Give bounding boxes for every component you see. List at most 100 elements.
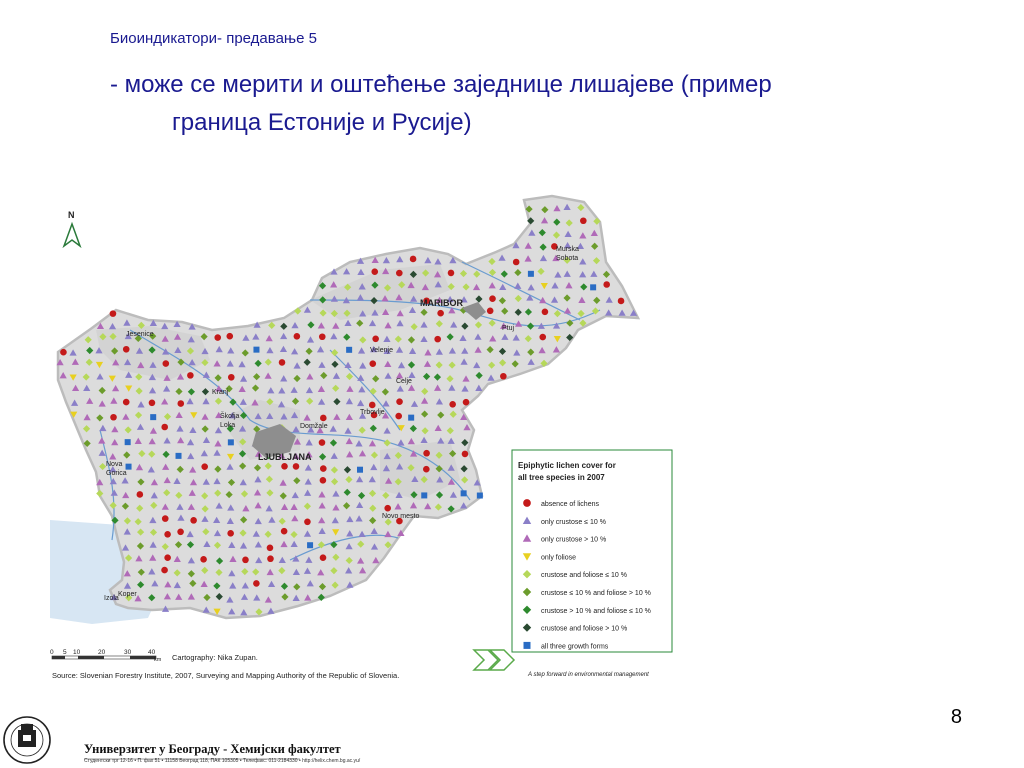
legend-label: crustose and foliose > 10 % xyxy=(541,626,627,633)
marker-circle xyxy=(541,308,549,316)
marker-circle xyxy=(423,449,430,457)
cartography-credit: Cartography: Nika Zupan. xyxy=(172,653,258,662)
marker-square xyxy=(476,492,483,499)
city-koper: Koper xyxy=(118,591,137,598)
marker-circle xyxy=(293,333,301,340)
marker-square xyxy=(346,346,353,353)
legend-label: crustose ≤ 10 % and foliose > 10 % xyxy=(541,590,651,597)
city-velenje: Velenje xyxy=(370,347,393,354)
marker-circle xyxy=(384,504,391,512)
skofja-line1: Škofja xyxy=(220,411,240,420)
marker-circle xyxy=(200,556,207,563)
source-credit: Source: Slovenian Forestry Institute, 20… xyxy=(52,671,399,680)
marker-circle xyxy=(318,333,326,341)
legend-label: crustose and foliose ≤ 10 % xyxy=(541,572,627,579)
marker-circle xyxy=(122,345,130,353)
city-ptuj: Ptuj xyxy=(502,325,515,332)
marker-circle xyxy=(226,332,234,340)
marker-circle xyxy=(603,281,611,288)
marker-circle xyxy=(617,297,625,305)
marker-circle xyxy=(462,398,470,406)
footer-contact: Студентски трг 12-16 • П. фах 51 • 11158… xyxy=(84,758,361,764)
marker-circle xyxy=(267,555,274,563)
city-novo-mesto: Novo mesto xyxy=(382,513,419,520)
nova-gorica-line1: Nova xyxy=(106,461,122,468)
nova-gorica-line2: Gorica xyxy=(106,470,127,477)
city-celje: Celje xyxy=(396,378,412,385)
marker-circle xyxy=(201,463,208,470)
marker-square xyxy=(175,452,182,459)
marker-circle xyxy=(227,373,235,381)
city-domzale: Domžale xyxy=(300,423,328,430)
city-jesenice: Jesenice xyxy=(126,331,154,338)
marker-circle xyxy=(512,258,520,266)
legend-label: only crustose ≤ 10 % xyxy=(541,519,606,526)
scale-tick-20: 20 xyxy=(98,649,106,656)
marker-circle xyxy=(539,333,547,341)
marker-circle xyxy=(281,463,288,470)
legend-tagline: A step forward in environmental manageme… xyxy=(527,672,649,678)
legend-label: all three growth forms xyxy=(541,643,609,650)
city-izola: Izola xyxy=(104,595,119,602)
marker-circle xyxy=(580,217,587,225)
marker-circle xyxy=(461,450,469,458)
marker-circle xyxy=(161,566,168,574)
marker-circle xyxy=(227,530,234,537)
lichen-map: Murska Sobota MARIBOR Ptuj Jesenice Velen… xyxy=(3,194,673,764)
marker-circle xyxy=(122,398,130,406)
marker-square xyxy=(408,414,415,421)
marker-square xyxy=(253,346,260,353)
marker-square xyxy=(307,542,314,549)
marker-circle xyxy=(110,413,117,421)
legend-symbol-circle xyxy=(523,499,531,507)
marker-circle xyxy=(161,515,169,522)
marker-circle xyxy=(214,334,222,341)
murska-line2: Sobota xyxy=(556,255,578,262)
scale-tick-10: 10 xyxy=(73,649,81,656)
scale-tick-5: 5 xyxy=(63,649,67,656)
marker-square xyxy=(124,439,131,446)
skofja-line2: Loka xyxy=(220,422,235,429)
marker-circle xyxy=(372,335,379,343)
marker-square xyxy=(150,414,157,421)
marker-square xyxy=(125,463,132,470)
marker-circle xyxy=(187,372,194,379)
marker-circle xyxy=(319,465,327,472)
legend-label: only foliose xyxy=(541,554,576,561)
marker-circle xyxy=(396,269,403,277)
legend-label: crustose > 10 % and foliose ≤ 10 % xyxy=(541,608,651,615)
marker-circle xyxy=(489,295,496,303)
city-maribor: MARIBOR xyxy=(420,298,463,308)
legend-title-1: Epiphytic lichen cover for xyxy=(518,461,616,470)
marker-circle xyxy=(447,269,455,277)
marker-circle xyxy=(319,554,327,561)
scale-bar: 0 5 10 20 30 40 km Cartography: Nika Zup… xyxy=(50,649,399,680)
scale-tick-30: 30 xyxy=(124,649,132,656)
marker-circle xyxy=(449,401,456,408)
marker-circle xyxy=(161,423,169,431)
page-number: 8 xyxy=(950,706,962,728)
marker-circle xyxy=(319,414,327,422)
marker-circle xyxy=(437,309,444,317)
scale-unit: km xyxy=(154,657,162,663)
marker-circle xyxy=(292,463,300,470)
legend-label: absence of lichens xyxy=(541,501,599,508)
marker-circle xyxy=(162,360,170,367)
marker-square xyxy=(227,439,234,446)
city-trbovlje: Trbovlje xyxy=(360,409,385,416)
marker-circle xyxy=(369,360,377,367)
marker-circle xyxy=(177,528,184,536)
marker-circle xyxy=(409,255,417,263)
scale-tick-0: 0 xyxy=(50,649,54,656)
marker-circle xyxy=(304,518,311,526)
marker-circle xyxy=(177,400,185,407)
marker-circle xyxy=(423,465,430,473)
marker-circle xyxy=(60,348,67,356)
marker-circle xyxy=(278,359,286,366)
marker-circle xyxy=(318,439,326,446)
marker-circle xyxy=(266,544,274,552)
city-ljubljana: LJUBLJANA xyxy=(258,452,312,462)
scale-tick-40: 40 xyxy=(148,649,156,656)
legend-symbol-square xyxy=(523,641,531,649)
chevron-icon xyxy=(472,649,516,671)
